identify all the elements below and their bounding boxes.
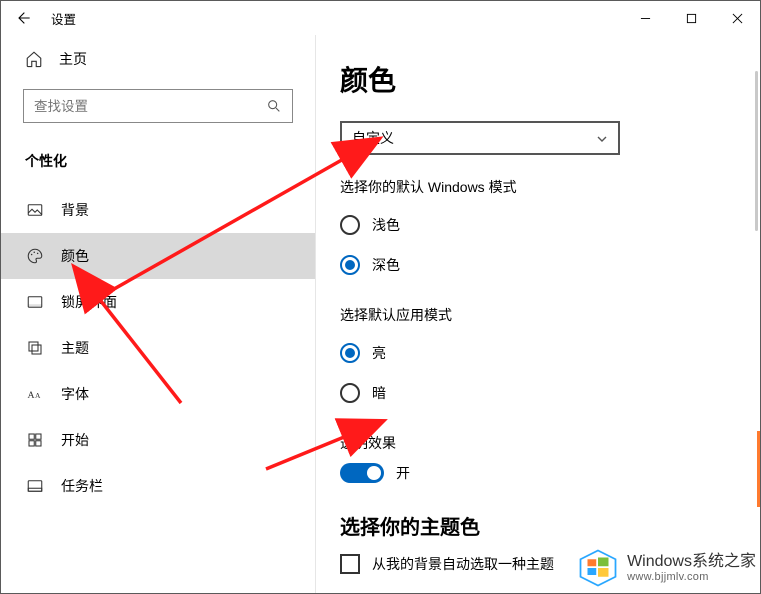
arrow-left-icon bbox=[15, 10, 31, 26]
sidebar-item-label: 背景 bbox=[61, 200, 89, 220]
radio-icon bbox=[340, 383, 360, 403]
radio-label: 深色 bbox=[372, 255, 400, 275]
color-mode-select[interactable]: 自定义 bbox=[340, 121, 620, 155]
app-mode-light[interactable]: 亮 bbox=[340, 335, 736, 371]
chevron-down-icon bbox=[596, 132, 608, 144]
windows-mode-heading: 选择你的默认 Windows 模式 bbox=[340, 177, 736, 197]
color-mode-select-value: 自定义 bbox=[352, 128, 394, 148]
watermark-suffix: 系统之家 bbox=[692, 553, 756, 570]
maximize-icon bbox=[686, 13, 697, 24]
sidebar-home-label: 主页 bbox=[59, 49, 87, 69]
search-input[interactable] bbox=[34, 99, 266, 114]
sidebar-item-taskbar[interactable]: 任务栏 bbox=[1, 463, 315, 509]
content-pane: 颜色 自定义 选择你的默认 Windows 模式 浅色 深色 选择默认应用模式 … bbox=[316, 35, 760, 593]
scrollbar[interactable] bbox=[755, 71, 758, 231]
sidebar-item-colors[interactable]: 颜色 bbox=[1, 233, 315, 279]
radio-checked-icon bbox=[340, 255, 360, 275]
sidebar-item-label: 锁屏界面 bbox=[61, 292, 117, 312]
themes-icon bbox=[25, 338, 45, 358]
fonts-icon: AA bbox=[25, 384, 45, 404]
sidebar-item-fonts[interactable]: AA 字体 bbox=[1, 371, 315, 417]
taskbar-icon bbox=[25, 476, 45, 496]
sidebar-nav: 背景 颜色 锁屏界面 主题 AA 字体 bbox=[1, 187, 315, 509]
search-input-wrap[interactable] bbox=[23, 89, 293, 123]
window-title: 设置 bbox=[51, 9, 76, 28]
minimize-icon bbox=[640, 13, 651, 24]
sidebar-item-label: 字体 bbox=[61, 384, 89, 404]
sidebar-item-lockscreen[interactable]: 锁屏界面 bbox=[1, 279, 315, 325]
sidebar-item-start[interactable]: 开始 bbox=[1, 417, 315, 463]
page-title: 颜色 bbox=[340, 59, 736, 99]
sidebar-item-label: 主题 bbox=[61, 338, 89, 358]
search-icon bbox=[266, 98, 282, 114]
lockscreen-icon bbox=[25, 292, 45, 312]
palette-icon bbox=[25, 246, 45, 266]
decorative-edge bbox=[757, 431, 760, 507]
watermark-brand: Windows bbox=[627, 553, 692, 570]
windows-mode-light[interactable]: 浅色 bbox=[340, 207, 736, 243]
close-icon bbox=[732, 13, 743, 24]
radio-icon bbox=[340, 215, 360, 235]
app-mode-heading: 选择默认应用模式 bbox=[340, 305, 736, 325]
maximize-button[interactable] bbox=[668, 1, 714, 35]
back-button[interactable] bbox=[1, 1, 45, 35]
transparency-heading: 透明效果 bbox=[340, 433, 736, 453]
svg-text:A: A bbox=[28, 390, 35, 401]
windows-mode-dark[interactable]: 深色 bbox=[340, 247, 736, 283]
transparency-toggle[interactable] bbox=[340, 463, 384, 483]
sidebar-section-title: 个性化 bbox=[25, 151, 315, 171]
windows-logo-icon bbox=[577, 547, 619, 589]
checkbox-icon bbox=[340, 554, 360, 574]
close-button[interactable] bbox=[714, 1, 760, 35]
sidebar-home[interactable]: 主页 bbox=[1, 39, 315, 79]
sidebar-item-label: 任务栏 bbox=[61, 476, 103, 496]
start-icon bbox=[25, 430, 45, 450]
picture-icon bbox=[25, 200, 45, 220]
minimize-button[interactable] bbox=[622, 1, 668, 35]
sidebar-item-themes[interactable]: 主题 bbox=[1, 325, 315, 371]
sidebar-item-label: 开始 bbox=[61, 430, 89, 450]
radio-label: 浅色 bbox=[372, 215, 400, 235]
transparency-state-label: 开 bbox=[396, 463, 410, 483]
svg-text:A: A bbox=[35, 391, 41, 400]
home-icon bbox=[25, 50, 43, 68]
accent-heading: 选择你的主题色 bbox=[340, 511, 736, 540]
watermark-url: www.bjjmlv.com bbox=[627, 571, 756, 583]
app-mode-dark[interactable]: 暗 bbox=[340, 375, 736, 411]
accent-auto-label: 从我的背景自动选取一种主题 bbox=[372, 554, 554, 574]
sidebar-item-background[interactable]: 背景 bbox=[1, 187, 315, 233]
radio-label: 亮 bbox=[372, 343, 386, 363]
sidebar-item-label: 颜色 bbox=[61, 246, 89, 266]
radio-label: 暗 bbox=[372, 383, 386, 403]
sidebar: 主页 个性化 背景 颜色 bbox=[1, 35, 316, 593]
watermark: Windows系统之家 www.bjjmlv.com bbox=[577, 547, 756, 589]
radio-checked-icon bbox=[340, 343, 360, 363]
